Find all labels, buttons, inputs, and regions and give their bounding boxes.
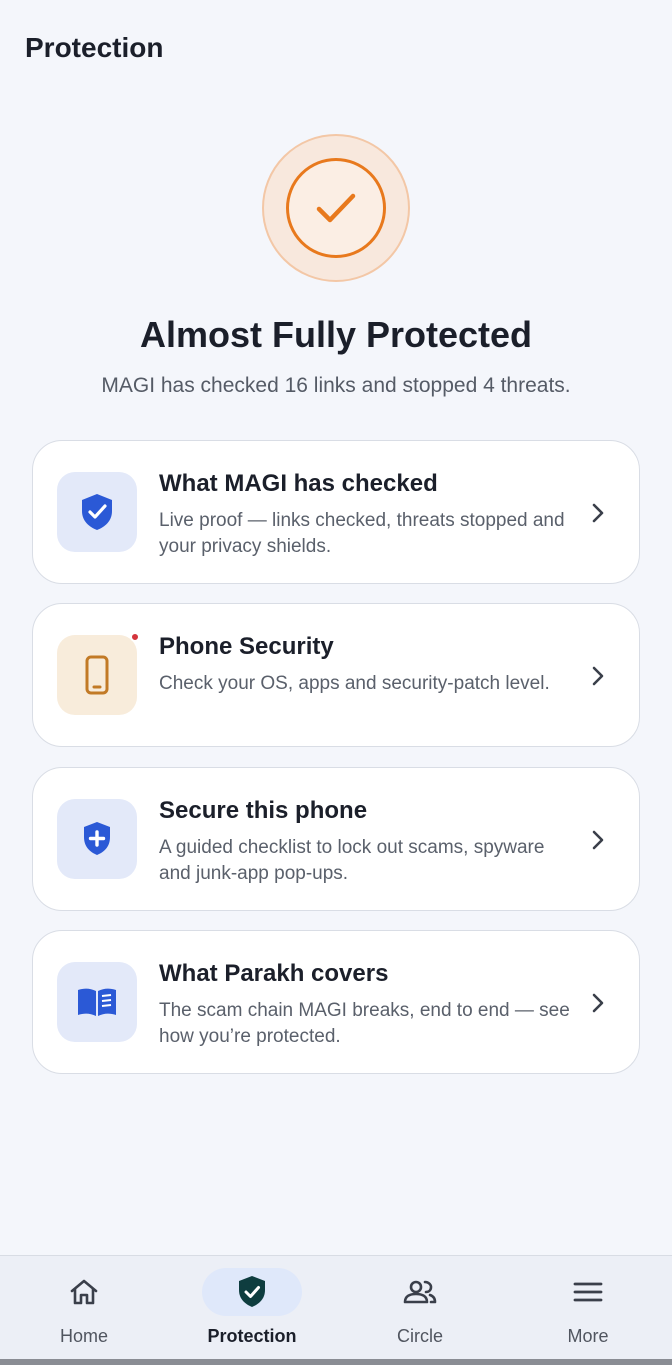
chevron-right-icon [592,666,604,686]
card-description: A guided checklist to lock out scams, sp… [159,837,545,884]
menu-icon [538,1268,638,1316]
alert-dot [130,632,140,642]
card-title: What MAGI has checked [159,470,438,497]
card-title: Secure this phone [159,797,368,824]
status-headline: Almost Fully Protected [139,314,533,355]
card-title: What Parakh covers [159,960,389,987]
people-icon [370,1268,470,1316]
nav-label: Protection [207,1326,297,1346]
chevron-right-icon [592,830,604,850]
chevron-right-icon [592,993,604,1013]
card-description: Check your OS, apps and security-patch l… [159,673,550,694]
shield-plus-icon [57,799,137,879]
nav-label: More [567,1326,609,1346]
card-description: Live proof — links checked, threats stop… [159,510,565,557]
nav-item-protection[interactable]: Protection [168,1256,336,1360]
card-description: The scam chain MAGI breaks, end to end —… [159,1000,570,1047]
checkmark-icon [286,158,386,258]
protection-status-ring [262,134,410,282]
gesture-bar [0,1359,672,1365]
nav-label: Home [59,1326,108,1346]
phone-icon [57,632,140,715]
shield-check-icon [202,1268,302,1316]
shield-check-icon [57,472,137,552]
nav-label: Circle [396,1326,443,1346]
card-what-magi-checked[interactable]: What MAGI has checked Live proof — links… [32,440,640,584]
status-summary: MAGI has checked 16 links and stopped 4 … [101,374,571,397]
nav-item-circle[interactable]: Circle [336,1256,504,1360]
card-phone-security[interactable]: Phone Security Check your OS, apps and s… [32,603,640,747]
card-what-parakh-covers[interactable]: What Parakh covers The scam chain MAGI b… [32,930,640,1074]
book-icon [57,962,137,1042]
card-secure-this-phone[interactable]: Secure this phone A guided checklist to … [32,767,640,911]
chevron-right-icon [592,503,604,523]
nav-item-more[interactable]: More [504,1256,672,1360]
home-icon [34,1268,134,1316]
nav-item-home[interactable]: Home [0,1256,168,1360]
bottom-nav: Home Protection Circle More [0,1255,672,1365]
card-title: Phone Security [159,633,334,660]
page-title: Protection [25,32,164,63]
